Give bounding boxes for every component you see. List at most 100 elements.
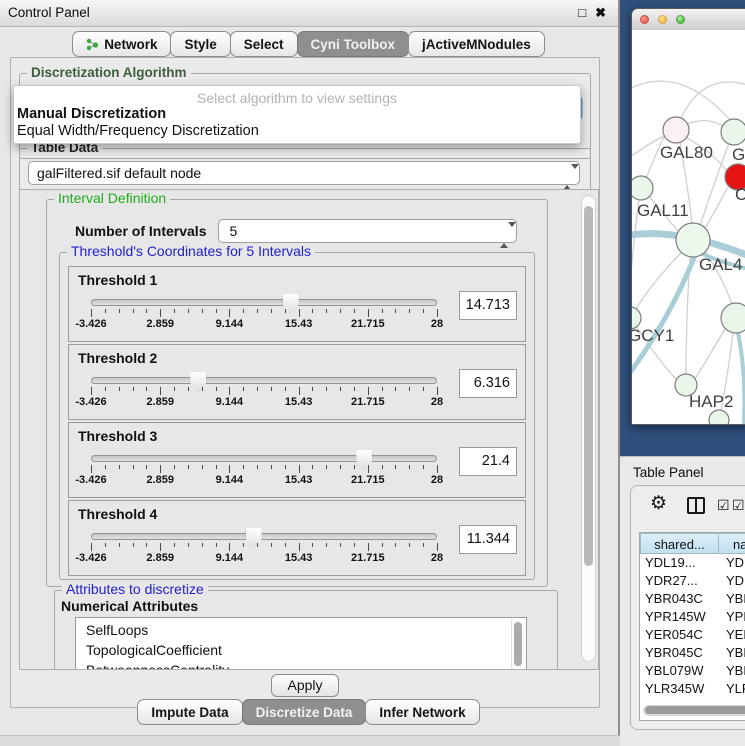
number-of-intervals-combobox[interactable]: 5 [218,219,517,243]
bottom-tab-discretize-data[interactable]: Discretize Data [242,699,367,725]
float-window-icon[interactable]: □ [578,4,586,21]
slider-tick-labels: -3.4262.8599.14415.4321.71528 [91,552,437,565]
tick-label: -3.426 [75,396,106,408]
tab-cyni-toolbox[interactable]: Cyni Toolbox [297,31,410,57]
tick-mark [216,309,217,313]
numerical-attributes-list[interactable]: SelfLoopsTopologicalCoefficientBetweenne… [75,617,527,670]
tab-network[interactable]: Network [72,31,171,57]
attributes-list-scrollbar[interactable] [511,619,525,670]
cell-name: YIL0... [719,698,745,702]
table-row[interactable]: YDR27...YDR2... [640,572,745,590]
threshold-1-value-field[interactable]: 14.713 [459,291,517,320]
minimize-light-icon[interactable] [658,15,667,24]
table-row[interactable]: YDL19...YDL1... [640,554,745,572]
tick-mark [133,387,134,391]
network-node-gal11[interactable] [632,176,653,200]
table-row[interactable]: YBL079WYBL0... [640,662,745,680]
tick-mark [146,465,147,469]
close-light-icon[interactable] [640,15,649,24]
node-label-gcy1: GCY1 [632,326,674,345]
tick-label: 15.43 [285,396,313,408]
slider-track[interactable] [91,377,437,384]
table-row[interactable]: YLR345WYLR3... [640,680,745,698]
tick-mark [382,309,383,313]
tick-label: 9.144 [216,396,244,408]
slider-track[interactable] [91,299,437,306]
threshold-1-slider[interactable]: -3.4262.8599.14415.4321.71528 [91,295,437,333]
table-row[interactable]: YER054CYER0... [640,626,745,644]
network-canvas[interactable]: GAL80GACGAL11GAL4GCY1HHAP2 [632,30,745,424]
tick-label: 2.859 [146,552,174,564]
tick-mark [326,465,327,469]
attribute-item-betweennesscentrality[interactable]: BetweennessCentrality [86,660,512,670]
table-row[interactable]: YBR045CYBR0... [640,644,745,662]
table-data-combobox[interactable]: galFiltered.sif default node [28,161,580,185]
tab-jactivemnodules[interactable]: jActiveMNodules [408,31,545,57]
tick-mark [285,543,286,547]
attributes-scrollbar-thumb[interactable] [514,622,522,666]
table-panel-container: ⚙ ☑ ☑ shared... na... YDL19...YDL1...YDR… [630,485,745,730]
tick-mark [340,465,341,469]
network-node-h[interactable] [721,303,745,333]
tick-label: 21.715 [351,474,385,486]
tick-mark [271,465,272,469]
table-row[interactable]: YPR145WYPR1... [640,608,745,626]
threshold-4-slider[interactable]: -3.4262.8599.14415.4321.71528 [91,529,437,567]
cell-name: YDR2... [719,572,745,590]
tick-mark [229,309,230,317]
network-node-gal80[interactable] [663,117,689,143]
threshold-3-slider[interactable]: -3.4262.8599.14415.4321.71528 [91,451,437,489]
tick-mark [409,465,410,469]
settings-scrollbar-thumb[interactable] [584,206,593,566]
tick-label: 2.859 [146,474,174,486]
column-header-name[interactable]: na... [719,533,745,554]
algorithm-option-equal-width-frequency[interactable]: Equal Width/Frequency Discretization [17,123,259,139]
close-window-icon[interactable]: ✖ [595,4,606,21]
tab-style[interactable]: Style [170,31,230,57]
bottom-tab-impute-data-label: Impute Data [151,701,228,724]
network-icon [86,38,99,51]
tab-select-label: Select [244,33,284,56]
tick-mark [257,309,258,313]
tick-mark [119,465,120,469]
zoom-light-icon[interactable] [676,15,685,24]
bottom-tab-impute-data[interactable]: Impute Data [137,699,242,725]
tick-mark [229,465,230,473]
table-hscrollbar-thumb[interactable] [645,706,745,714]
tick-mark [229,543,230,551]
tick-label: 15.43 [285,552,313,564]
slider-track[interactable] [91,533,437,540]
tick-mark [368,387,369,395]
network-edge-thick [738,333,744,424]
column-header-shared-name[interactable]: shared... [640,533,719,554]
threshold-2-slider[interactable]: -3.4262.8599.14415.4321.71528 [91,373,437,411]
tick-mark [437,309,438,317]
apply-button[interactable]: Apply [271,674,339,697]
tick-label: 28 [431,396,443,408]
checkbox-icon[interactable]: ☑ [732,497,745,514]
threshold-3-value-field[interactable]: 21.4 [459,447,517,476]
attribute-item-topologicalcoefficient[interactable]: TopologicalCoefficient [86,640,512,660]
settings-vertical-scrollbar[interactable] [581,195,596,662]
network-node-unlabeled[interactable] [709,410,729,424]
bottom-tab-infer-network[interactable]: Infer Network [365,699,479,725]
slider-track[interactable] [91,455,437,462]
network-node-gal4[interactable] [676,223,710,257]
gear-icon[interactable]: ⚙ [650,493,667,515]
tab-select[interactable]: Select [230,31,298,57]
table-row[interactable]: YIL052CYIL0... [640,698,745,702]
attribute-item-selfloops[interactable]: SelfLoops [86,620,512,640]
threshold-2-value-field[interactable]: 6.316 [459,369,517,398]
checkbox-icon[interactable]: ☑ [717,497,730,514]
algorithm-option-manual-discretization[interactable]: Manual Discretization [17,106,166,122]
threshold-4-value-field[interactable]: 11.344 [459,525,517,554]
tick-label: -3.426 [75,318,106,330]
table-row[interactable]: YBR043CYBR0... [640,590,745,608]
tick-mark [174,543,175,547]
table-panel-title: Table Panel [633,465,704,480]
network-node-ga[interactable] [721,119,745,145]
network-graph: GAL80GACGAL11GAL4GCY1HHAP2 [632,30,745,424]
interval-definition-title: Interval Definition [54,191,170,206]
split-columns-icon[interactable] [687,497,705,514]
table-horizontal-scrollbar[interactable] [643,705,745,716]
